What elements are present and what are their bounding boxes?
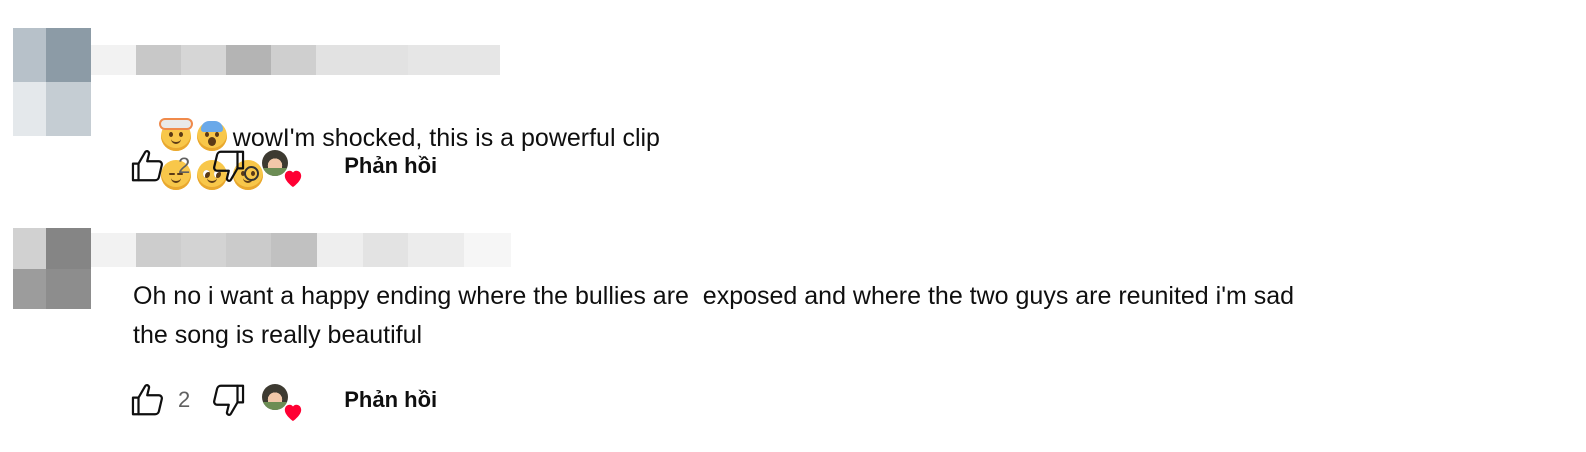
dislike-button[interactable] bbox=[208, 380, 248, 420]
comment-actions: 2 Phản hồi bbox=[128, 146, 437, 188]
like-count: 2 bbox=[178, 387, 191, 412]
commenter-avatar-blurred[interactable] bbox=[13, 28, 91, 136]
creator-heart-badge bbox=[262, 384, 302, 422]
like-button[interactable] bbox=[128, 146, 168, 186]
reply-button[interactable]: Phản hồi bbox=[344, 153, 437, 179]
heart-icon bbox=[285, 170, 302, 188]
reply-button[interactable]: Phản hồi bbox=[344, 387, 437, 413]
thumbs-down-icon bbox=[213, 384, 245, 416]
comment-actions: 2 Phản hồi bbox=[128, 380, 437, 422]
heart-icon bbox=[285, 404, 302, 422]
commenter-name-blurred[interactable] bbox=[91, 45, 500, 75]
dislike-button[interactable] bbox=[208, 146, 248, 186]
creator-heart-badge bbox=[262, 150, 302, 188]
comment-text: Oh no i want a happy ending where the bu… bbox=[133, 282, 1295, 349]
commenter-avatar-blurred[interactable] bbox=[13, 228, 91, 309]
thumbs-up-icon bbox=[131, 150, 163, 182]
commenter-name-blurred[interactable] bbox=[91, 233, 511, 267]
like-button[interactable] bbox=[128, 380, 168, 420]
thumbs-up-icon bbox=[131, 384, 163, 416]
like-count: 2 bbox=[178, 153, 191, 178]
thumbs-down-icon bbox=[213, 150, 245, 182]
